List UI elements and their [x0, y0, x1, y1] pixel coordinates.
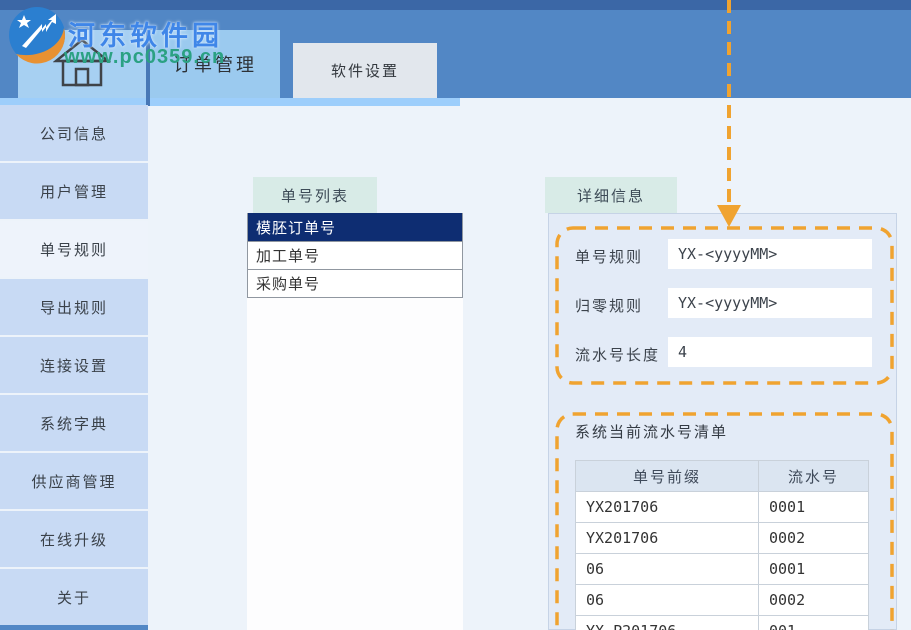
tab-order-label: 订单管理	[173, 51, 257, 77]
number-list-panel: 模胚订单号 加工单号 采购单号	[247, 213, 463, 630]
table-row: 06 0001	[576, 554, 869, 585]
sidebar-item-online-upgrade[interactable]: 在线升级	[0, 511, 148, 567]
cell-prefix: 06	[576, 585, 759, 616]
sidebar-item-about[interactable]: 关于	[0, 569, 148, 625]
serial-list-title: 系统当前流水号清单	[575, 421, 728, 442]
tab-software-settings[interactable]: 软件设置	[293, 43, 437, 98]
col-header-prefix: 单号前缀	[576, 461, 759, 492]
title-strip	[0, 0, 911, 10]
tab-order-management[interactable]: 订单管理	[150, 30, 280, 98]
tab-home[interactable]	[18, 30, 146, 98]
cell-serial: 0001	[759, 492, 869, 523]
cell-prefix: YX-P201706	[576, 616, 759, 630]
field-label-number-rule: 单号规则	[575, 246, 643, 267]
field-label-reset-rule: 归零规则	[575, 295, 643, 316]
serial-number-table: 单号前缀 流水号 YX201706 0001 YX201706 0002 06 …	[575, 460, 869, 630]
sidebar-item-export-rules[interactable]: 导出规则	[0, 279, 148, 335]
list-item-processing-order[interactable]: 加工单号	[248, 241, 462, 269]
list-item-mold-order[interactable]: 模胚订单号	[248, 213, 462, 241]
table-row: 06 0002	[576, 585, 869, 616]
cell-serial: 001	[759, 616, 869, 630]
cell-serial: 0002	[759, 585, 869, 616]
table-row: YX201706 0002	[576, 523, 869, 554]
cell-serial: 0002	[759, 523, 869, 554]
sidebar-item-number-rules[interactable]: 单号规则	[0, 221, 148, 277]
sidebar-item-supplier-management[interactable]: 供应商管理	[0, 453, 148, 509]
cell-prefix: YX201706	[576, 492, 759, 523]
app-window: 订单管理 软件设置 河东软件园 www.pc0359.cn 公司信息 用户管理 …	[0, 0, 911, 630]
field-label-serial-length: 流水号长度	[575, 344, 660, 365]
reset-rule-input[interactable]	[668, 288, 872, 318]
number-list-box: 模胚订单号 加工单号 采购单号	[247, 213, 463, 298]
number-list-header: 单号列表	[253, 177, 377, 213]
home-icon	[53, 37, 111, 92]
sidebar-item-user-management[interactable]: 用户管理	[0, 163, 148, 219]
number-rule-input[interactable]	[668, 239, 872, 269]
table-header-row: 单号前缀 流水号	[576, 461, 869, 492]
col-header-serial: 流水号	[759, 461, 869, 492]
detail-header: 详细信息	[545, 177, 677, 213]
sidebar-item-system-dictionary[interactable]: 系统字典	[0, 395, 148, 451]
cell-serial: 0001	[759, 554, 869, 585]
cell-prefix: 06	[576, 554, 759, 585]
tab-settings-label: 软件设置	[331, 60, 399, 81]
cell-prefix: YX201706	[576, 523, 759, 554]
serial-length-input[interactable]	[668, 337, 872, 367]
sidebar-item-company-info[interactable]: 公司信息	[0, 105, 148, 161]
table-row: YX201706 0001	[576, 492, 869, 523]
sidebar-footer-strip	[0, 625, 148, 630]
table-row: YX-P201706 001	[576, 616, 869, 630]
sidebar-item-connection-settings[interactable]: 连接设置	[0, 337, 148, 393]
list-item-purchase-order[interactable]: 采购单号	[248, 269, 462, 297]
